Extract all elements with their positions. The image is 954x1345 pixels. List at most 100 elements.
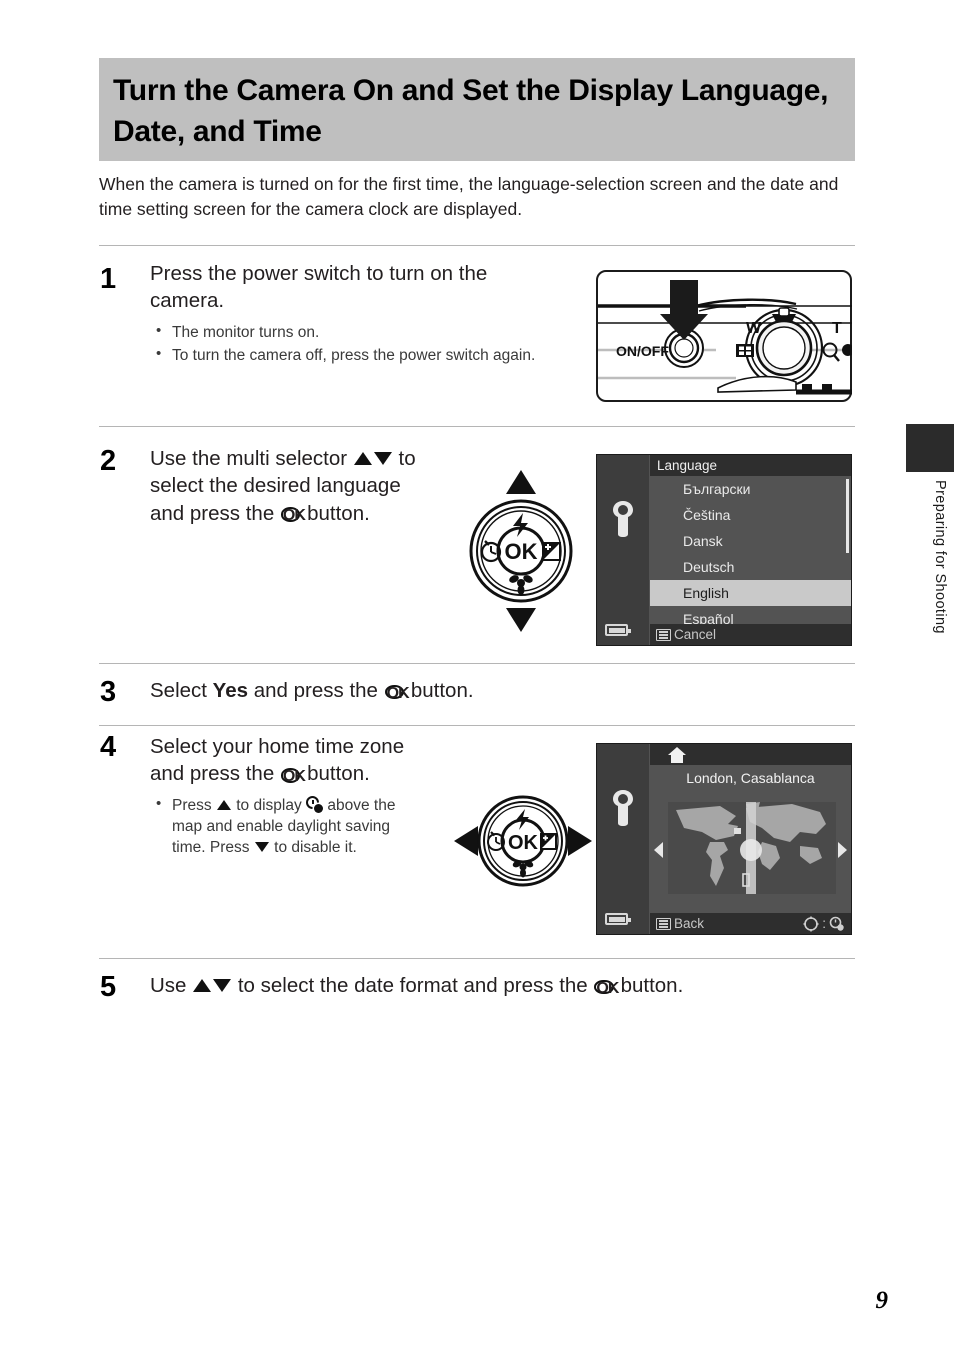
step-5-text-b: to select the date format and press the bbox=[232, 974, 594, 997]
divider-above-step-5 bbox=[99, 958, 855, 959]
timezone-city-label: London, Casablanca bbox=[686, 770, 815, 786]
step-2-number: 2 bbox=[100, 445, 117, 477]
list-item[interactable]: Български bbox=[650, 476, 851, 502]
menu-button-icon bbox=[656, 628, 671, 641]
lcd-sidebar bbox=[597, 744, 649, 934]
ok-button-icon: OK bbox=[280, 507, 306, 525]
ok-button-icon: OK bbox=[594, 979, 619, 997]
step-4-bullet-d: to disable it. bbox=[269, 838, 357, 856]
language-selection-screen: Language Български Čeština Dansk Deutsch… bbox=[596, 454, 852, 646]
battery-icon bbox=[605, 624, 631, 636]
list-item[interactable]: Čeština bbox=[650, 502, 851, 528]
step-3-text-c: button. bbox=[405, 679, 474, 702]
down-triangle-icon bbox=[254, 841, 269, 852]
tele-label: T bbox=[832, 320, 842, 337]
multi-selector-illustration-vertical: OK bbox=[466, 468, 576, 639]
manual-page: Turn the Camera On and Set the Display L… bbox=[0, 0, 954, 1345]
step-4-bullet-a: Press bbox=[172, 796, 216, 814]
next-timezone-arrow-icon[interactable] bbox=[838, 842, 847, 858]
right-triangle-icon bbox=[568, 826, 592, 856]
left-triangle-icon bbox=[454, 826, 478, 856]
setup-wrench-icon bbox=[613, 790, 633, 826]
step-4-text-c: button. bbox=[301, 762, 370, 786]
camera-top-svg: ON/OFF W T bbox=[596, 270, 854, 402]
indicator-separator: : bbox=[822, 916, 826, 931]
ok-button-icon: OK bbox=[280, 767, 306, 785]
step-3-number: 3 bbox=[100, 676, 117, 708]
step-4-number: 4 bbox=[100, 731, 117, 763]
step-3-text-b: and press the bbox=[248, 679, 384, 702]
ok-button-icon: OK bbox=[384, 684, 410, 702]
step-2-text-a: Use the multi selector bbox=[150, 447, 353, 470]
chapter-tab-label: Preparing for Shooting bbox=[932, 480, 948, 634]
list-item[interactable]: Dansk bbox=[650, 528, 851, 554]
onoff-label: ON/OFF bbox=[616, 343, 669, 359]
exposure-compensation-icon bbox=[540, 833, 557, 850]
chapter-tab-block bbox=[906, 424, 954, 472]
exposure-compensation-icon bbox=[542, 542, 561, 561]
page-number: 9 bbox=[875, 1287, 889, 1314]
battery-icon bbox=[605, 913, 631, 925]
list-item: The monitor turns on. bbox=[150, 320, 550, 343]
divider-above-step-4 bbox=[99, 725, 855, 726]
step-5-heading: Use to select the date format and press … bbox=[150, 972, 860, 999]
step-5-number: 5 bbox=[100, 971, 117, 1003]
step-4-heading: Select your home time zone and press the… bbox=[150, 733, 420, 860]
step-4-bullet-b: to display bbox=[231, 796, 307, 814]
up-triangle-icon bbox=[216, 799, 231, 810]
list-item[interactable]: Deutsch bbox=[650, 554, 851, 580]
lcd-main-area: London, Casablanca Back: bbox=[650, 744, 851, 934]
ok-label: OK bbox=[508, 832, 539, 854]
scrollbar[interactable] bbox=[846, 479, 849, 553]
up-triangle-icon bbox=[353, 452, 372, 465]
back-action-label[interactable]: Back bbox=[674, 913, 704, 934]
step-1-heading: Press the power switch to turn on the ca… bbox=[150, 260, 550, 368]
page-title: Turn the Camera On and Set the Display L… bbox=[113, 74, 829, 149]
timezone-home-bar bbox=[650, 744, 851, 765]
setup-wrench-icon bbox=[613, 501, 633, 537]
wide-label: W bbox=[746, 320, 762, 337]
step-1-number: 1 bbox=[100, 263, 117, 295]
multi-selector-globe-icon bbox=[803, 916, 819, 931]
divider-above-step-1 bbox=[99, 245, 855, 246]
menu-button-icon bbox=[656, 917, 671, 930]
up-triangle-icon bbox=[193, 979, 212, 992]
up-triangle-icon bbox=[506, 470, 536, 494]
timezone-selection-screen: London, Casablanca Back: bbox=[596, 743, 852, 935]
step-2-heading: Use the multi selector to select the des… bbox=[150, 445, 420, 527]
list-item-selected[interactable]: English bbox=[650, 580, 851, 606]
multi-selector-illustration-horizontal: OK bbox=[452, 793, 594, 894]
language-screen-bottom-bar: Cancel bbox=[650, 624, 851, 645]
step-3-yes-emphasis: Yes bbox=[212, 679, 249, 702]
dst-indicator: : bbox=[803, 913, 845, 934]
page-title-band: Turn the Camera On and Set the Display L… bbox=[99, 58, 855, 161]
timezone-screen-bottom-bar: Back : bbox=[650, 913, 851, 934]
language-screen-title: Language bbox=[650, 455, 851, 476]
step-3-heading: Select Yes and press the OK button. bbox=[150, 677, 850, 704]
intro-paragraph: When the camera is turned on for the fir… bbox=[99, 174, 839, 219]
step-3-text-a: Select bbox=[150, 679, 213, 702]
lcd-main-area: Language Български Čeština Dansk Deutsch… bbox=[650, 455, 851, 645]
step-5-text-c: button. bbox=[614, 974, 684, 997]
step-1-bullets: The monitor turns on. To turn the camera… bbox=[150, 320, 550, 366]
thumbnail-playback-icon bbox=[736, 344, 754, 357]
prev-timezone-arrow-icon[interactable] bbox=[654, 842, 663, 858]
ok-label: OK bbox=[505, 539, 538, 564]
list-item: Press to display above the map and enabl… bbox=[150, 794, 420, 859]
world-map-svg bbox=[668, 802, 836, 894]
home-timezone-icon bbox=[668, 747, 686, 763]
step-5-text-a: Use bbox=[150, 974, 193, 997]
daylight-saving-icon bbox=[829, 916, 844, 931]
divider-above-step-3 bbox=[99, 663, 855, 664]
divider-above-step-2 bbox=[99, 426, 855, 427]
step-2-text-c: button. bbox=[301, 501, 370, 525]
cancel-action-label[interactable]: Cancel bbox=[674, 624, 716, 645]
camera-top-illustration: ON/OFF W T bbox=[596, 270, 854, 402]
step-4-bullets: Press to display above the map and enabl… bbox=[150, 794, 420, 859]
daylight-saving-icon bbox=[306, 795, 327, 816]
lcd-sidebar bbox=[597, 455, 649, 645]
world-map bbox=[650, 802, 851, 894]
down-triangle-icon bbox=[506, 608, 536, 632]
down-triangle-icon bbox=[373, 452, 392, 465]
list-item: To turn the camera off, press the power … bbox=[150, 344, 550, 366]
